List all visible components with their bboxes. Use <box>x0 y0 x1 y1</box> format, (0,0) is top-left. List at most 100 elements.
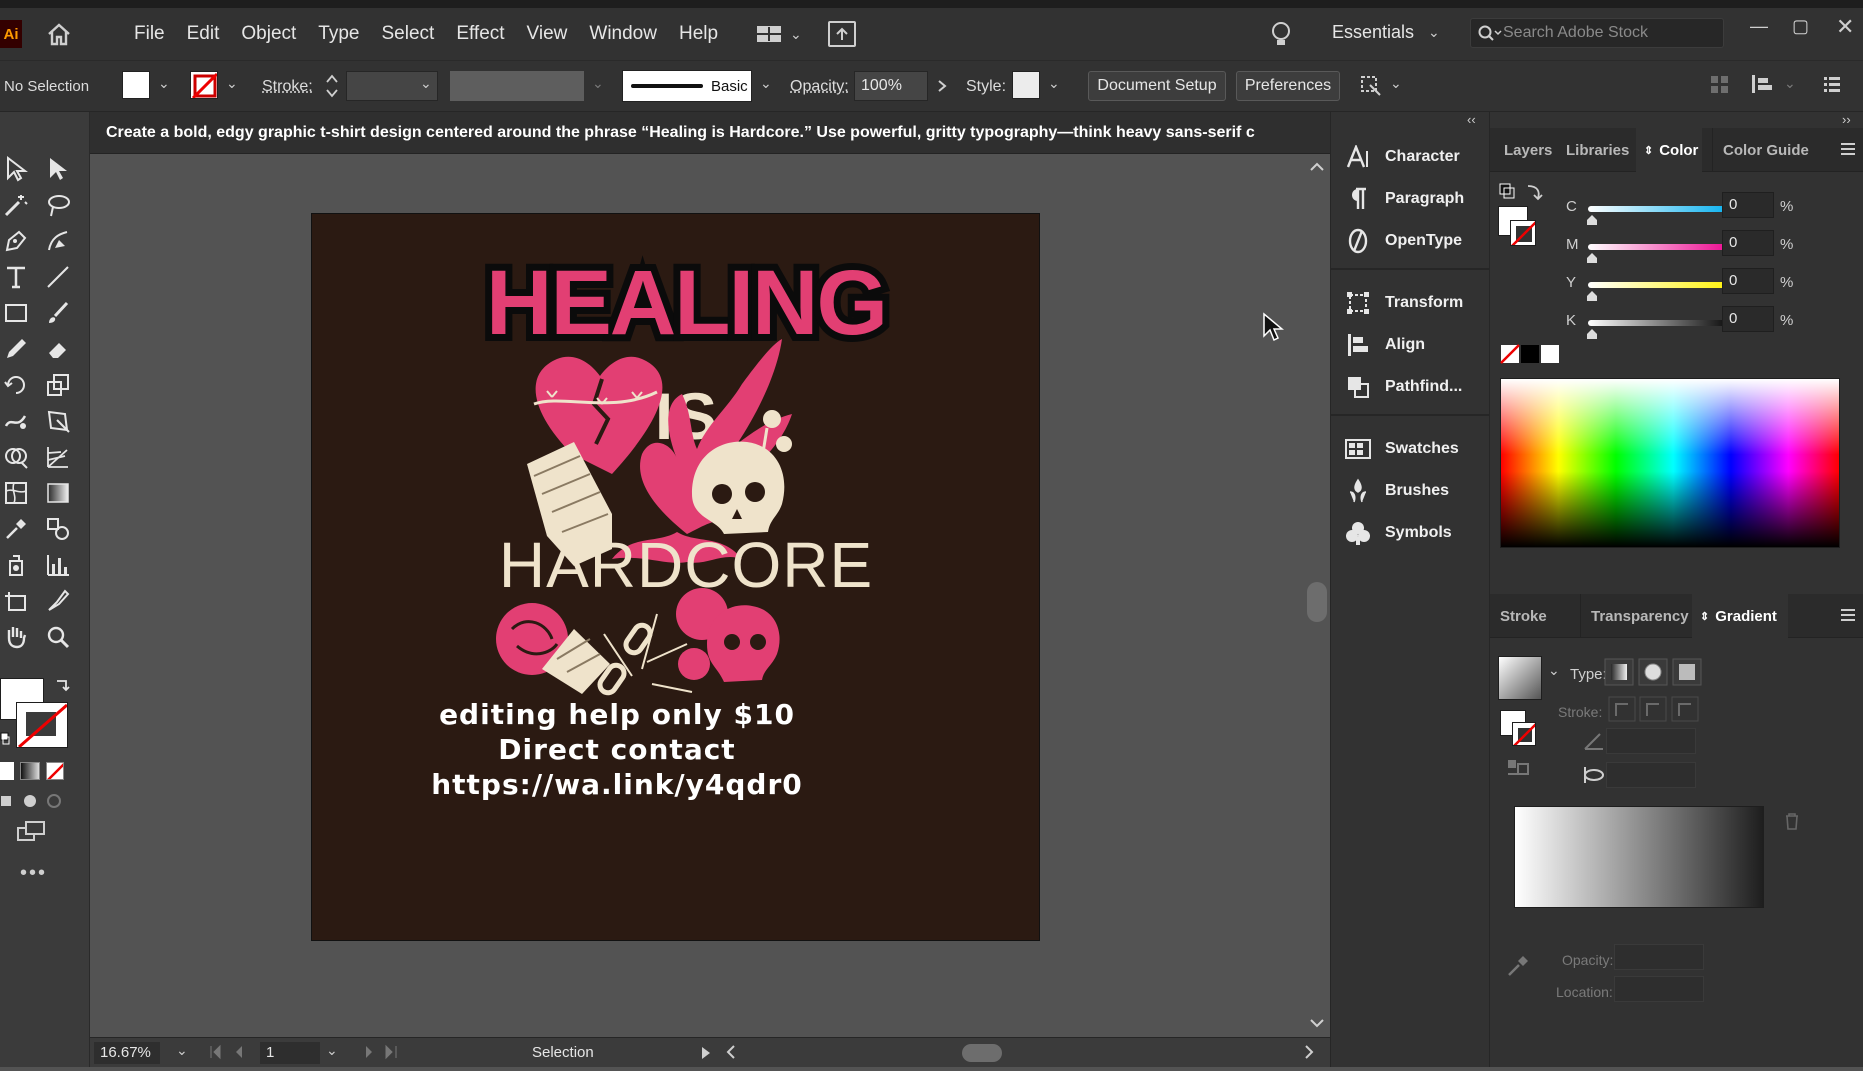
rotate-tool-icon[interactable] <box>0 368 34 402</box>
eraser-tool-icon[interactable] <box>40 332 76 366</box>
color-stroke-swatch[interactable] <box>1510 220 1536 246</box>
tab-gradient[interactable]: ⇕ Gradient <box>1692 594 1788 638</box>
gradient-mode-icon[interactable] <box>20 762 40 780</box>
search-stock-field[interactable]: Search Adobe Stock <box>1470 18 1724 48</box>
distribute-icon[interactable] <box>1750 73 1774 95</box>
artboard[interactable]: HEALING IS HARDCO <box>311 213 1040 941</box>
stroke-swatch[interactable] <box>190 71 218 99</box>
lightbulb-icon[interactable] <box>1270 20 1292 48</box>
expand-arrows-icon[interactable]: ›› <box>1842 112 1851 127</box>
align-grid-icon[interactable] <box>1710 75 1730 95</box>
scale-tool-icon[interactable] <box>40 368 76 402</box>
more-tools-icon[interactable]: ••• <box>20 862 47 885</box>
chevron-down-icon[interactable]: ⌄ <box>1548 662 1560 679</box>
artboard-nav-next-last-icon[interactable] <box>360 1044 400 1060</box>
panel-opentype[interactable]: OpenType <box>1331 220 1491 262</box>
menu-window[interactable]: Window <box>589 23 657 45</box>
slider-thumb-icon[interactable] <box>1586 252 1598 264</box>
yellow-value-field[interactable]: 0 <box>1722 268 1774 294</box>
blend-tool-icon[interactable] <box>40 512 76 546</box>
mesh-tool-icon[interactable] <box>0 476 34 510</box>
yellow-slider[interactable] <box>1588 282 1736 288</box>
panel-pathfinder[interactable]: Pathfind... <box>1331 366 1491 408</box>
slider-thumb-icon[interactable] <box>1586 290 1598 302</box>
search-input[interactable]: Search Adobe Stock <box>1503 24 1648 42</box>
zoom-tool-icon[interactable] <box>40 620 76 654</box>
arrange-documents-button[interactable]: ⌄ <box>756 24 802 44</box>
panel-menu-icon[interactable] <box>1840 142 1856 156</box>
type-tool-icon[interactable] <box>0 260 34 294</box>
selection-tool-icon[interactable] <box>0 152 34 186</box>
vertical-scrollbar[interactable] <box>1304 154 1330 1037</box>
minimize-icon[interactable]: — <box>1750 16 1768 37</box>
preferences-button[interactable]: Preferences <box>1236 71 1340 101</box>
panel-paragraph[interactable]: Paragraph <box>1331 178 1491 220</box>
gradient-type-buttons[interactable] <box>1604 658 1704 686</box>
menu-type[interactable]: Type <box>318 23 359 45</box>
magenta-value-field[interactable]: 0 <box>1722 230 1774 256</box>
draw-mode-icon[interactable] <box>0 792 64 812</box>
menu-object[interactable]: Object <box>241 23 296 45</box>
zoom-level-field[interactable]: 16.67% <box>94 1042 160 1064</box>
panel-swatches[interactable]: Swatches <box>1331 428 1491 470</box>
gradient-slider-preview[interactable] <box>1514 806 1764 908</box>
chevron-down-icon[interactable]: ⌄ <box>158 75 170 92</box>
menu-view[interactable]: View <box>527 23 568 45</box>
chevron-down-icon[interactable]: ⌄ <box>176 1042 188 1059</box>
chevron-down-icon[interactable]: ⌄ <box>226 75 238 92</box>
color-mode-icon[interactable] <box>0 762 14 780</box>
artboard-number-field[interactable]: 1 <box>260 1042 320 1064</box>
close-icon[interactable]: ✕ <box>1836 14 1854 40</box>
default-fill-stroke-icon[interactable] <box>0 732 10 746</box>
magic-wand-tool-icon[interactable] <box>0 188 34 222</box>
magenta-slider[interactable] <box>1588 244 1736 250</box>
swap-fill-stroke-icon[interactable] <box>54 678 70 694</box>
brush-definition[interactable]: Basic <box>622 70 752 102</box>
panel-menu-icon[interactable] <box>1840 608 1856 622</box>
variable-width-profile[interactable] <box>450 71 584 101</box>
artboard-nav-first-prev-icon[interactable] <box>208 1044 248 1060</box>
fill-swatch[interactable] <box>122 71 150 99</box>
stroke-color-swatch[interactable] <box>16 702 68 748</box>
screen-mode-icon[interactable] <box>16 820 46 842</box>
chevron-right-icon[interactable] <box>930 71 954 101</box>
column-graph-tool-icon[interactable] <box>40 548 76 582</box>
hand-tool-icon[interactable] <box>0 620 34 654</box>
opacity-field[interactable]: 100% <box>854 71 928 101</box>
tab-layers[interactable]: Layers <box>1504 128 1552 172</box>
chevron-down-icon[interactable]: ⌄ <box>760 75 772 92</box>
shape-builder-tool-icon[interactable] <box>0 440 34 474</box>
eyedropper-tool-icon[interactable] <box>0 512 34 546</box>
graphic-style-swatch[interactable] <box>1012 71 1040 99</box>
maximize-icon[interactable]: ▢ <box>1792 16 1809 37</box>
slider-thumb-icon[interactable] <box>1586 214 1598 226</box>
symbol-sprayer-tool-icon[interactable] <box>0 548 34 582</box>
menu-file[interactable]: File <box>134 23 165 45</box>
pencil-tool-icon[interactable] <box>0 332 34 366</box>
none-mode-icon[interactable] <box>46 762 64 780</box>
publish-icon[interactable] <box>827 21 856 47</box>
color-spectrum-picker[interactable] <box>1500 378 1840 548</box>
tab-transparency[interactable]: Transparency <box>1580 594 1689 638</box>
lasso-tool-icon[interactable] <box>40 188 76 222</box>
status-menu-arrow-icon[interactable] <box>700 1045 712 1061</box>
collapse-arrows-icon[interactable]: ‹‹ <box>1467 112 1476 127</box>
cyan-value-field[interactable]: 0 <box>1722 192 1774 218</box>
artboard-tool-icon[interactable] <box>0 584 34 618</box>
document-setup-button[interactable]: Document Setup <box>1088 71 1226 101</box>
perspective-grid-tool-icon[interactable] <box>40 440 76 474</box>
panel-menu-icon[interactable] <box>1822 75 1842 93</box>
tab-stroke[interactable]: Stroke <box>1500 594 1547 638</box>
curvature-tool-icon[interactable] <box>40 224 76 258</box>
panel-symbols[interactable]: Symbols <box>1331 512 1491 554</box>
home-icon[interactable] <box>42 17 76 51</box>
chevron-down-icon[interactable]: ⌄ <box>1048 75 1060 92</box>
cyan-slider[interactable] <box>1588 206 1736 212</box>
easy-access-icon[interactable] <box>1356 71 1384 99</box>
quick-swatches[interactable] <box>1500 344 1562 364</box>
line-segment-tool-icon[interactable] <box>40 260 76 294</box>
panel-align[interactable]: Align <box>1331 324 1491 366</box>
tab-color-guide[interactable]: Color Guide <box>1712 128 1809 172</box>
panel-brushes[interactable]: Brushes <box>1331 470 1491 512</box>
pen-tool-icon[interactable] <box>0 224 34 258</box>
